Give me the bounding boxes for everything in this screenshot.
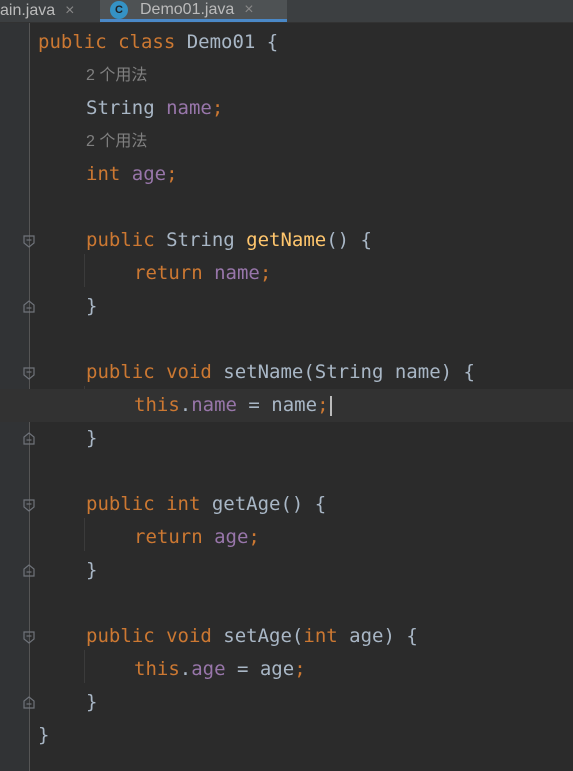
fold-end-icon[interactable]	[22, 300, 36, 314]
usage-hint-line: 2 个用法	[0, 125, 573, 158]
method-getage-signature: public int getAge() {	[86, 493, 327, 515]
code-line: public class Demo01 {	[0, 26, 573, 59]
code-line: return age;	[0, 521, 573, 554]
fold-start-icon[interactable]	[22, 234, 36, 248]
class-declaration: public class Demo01 {	[38, 31, 279, 53]
closing-brace: }	[86, 427, 98, 449]
tab-label: ain.java	[0, 2, 56, 19]
fold-end-icon[interactable]	[22, 564, 36, 578]
return-statement: return age;	[134, 526, 260, 548]
usage-hint[interactable]: 2 个用法	[86, 125, 147, 158]
closing-brace: }	[86, 691, 98, 713]
method-setage-signature: public void setAge(int age) {	[86, 625, 418, 647]
code-line: public void setName(String name) {	[0, 356, 573, 389]
fold-start-icon[interactable]	[22, 630, 36, 644]
code-line: }	[0, 554, 573, 587]
fold-start-icon[interactable]	[22, 366, 36, 380]
code-line: return name;	[0, 257, 573, 290]
method-setname-signature: public void setName(String name) {	[86, 361, 475, 383]
code-line: String name;	[0, 92, 573, 125]
fold-start-icon[interactable]	[22, 498, 36, 512]
field-age-declaration: int age;	[86, 163, 178, 185]
fold-end-icon[interactable]	[22, 696, 36, 710]
code-editor[interactable]: public class Demo01 { 2 个用法 String name;…	[0, 23, 573, 771]
code-line: }	[0, 686, 573, 719]
usage-hint-line: 2 个用法	[0, 59, 573, 92]
close-icon[interactable]: ×	[65, 2, 74, 20]
java-class-icon: C	[110, 0, 128, 19]
assignment-statement: this.age = age;	[134, 658, 306, 680]
code-line: }	[0, 422, 573, 455]
method-getname-signature: public String getName() {	[86, 229, 372, 251]
tab-label: Demo01.java	[140, 0, 235, 18]
tab-main-java[interactable]: ain.java ×	[0, 0, 100, 22]
editor-tab-bar: ain.java × C Demo01.java ×	[0, 0, 573, 23]
assignment-statement: this.name = name;	[134, 389, 332, 422]
code-line: public String getName() {	[0, 224, 573, 257]
tab-demo01-java[interactable]: C Demo01.java ×	[100, 0, 287, 22]
code-line: public void setAge(int age) {	[0, 620, 573, 653]
usage-hint[interactable]: 2 个用法	[86, 59, 147, 92]
return-statement: return name;	[134, 262, 272, 284]
closing-brace: }	[86, 295, 98, 317]
code-line: int age;	[0, 158, 573, 191]
text-caret	[329, 395, 332, 416]
code-line: }	[0, 719, 573, 752]
fold-end-icon[interactable]	[22, 432, 36, 446]
closing-brace: }	[86, 559, 98, 581]
close-icon[interactable]: ×	[244, 1, 253, 19]
field-name-declaration: String name;	[86, 97, 224, 119]
code-line: this.age = age;	[0, 653, 573, 686]
current-code-line: this.name = name;	[0, 389, 573, 422]
code-line: public int getAge() {	[0, 488, 573, 521]
code-line: }	[0, 290, 573, 323]
class-closing-brace: }	[38, 724, 50, 746]
